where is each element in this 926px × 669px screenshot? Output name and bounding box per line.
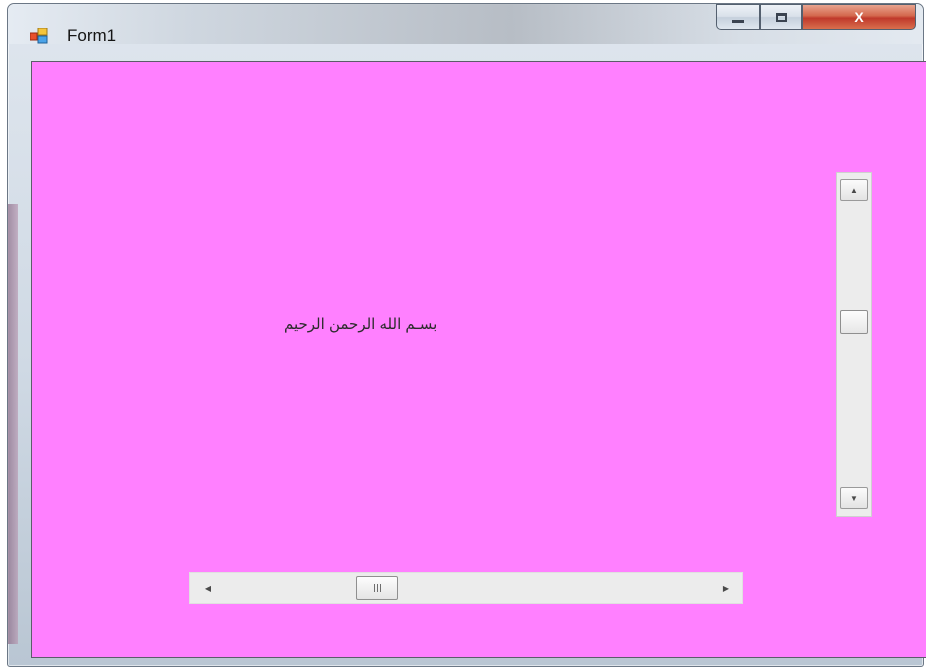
- horizontal-scroll-thumb[interactable]: [356, 576, 398, 600]
- horizontal-scrollbar[interactable]: ◀ ▶: [189, 572, 743, 604]
- arrow-left-icon: ◀: [204, 583, 212, 593]
- form-client-area: بسـم الله الرحمن الرحيم ▲ ▼ ◀ ▶: [31, 61, 926, 658]
- close-icon: X: [854, 9, 864, 25]
- maximize-icon: [775, 12, 787, 22]
- scroll-right-button[interactable]: ▶: [716, 578, 736, 598]
- maximize-button[interactable]: [760, 4, 802, 30]
- close-button[interactable]: X: [802, 4, 916, 30]
- scroll-left-button[interactable]: ◀: [198, 578, 218, 598]
- vertical-scrollbar[interactable]: ▲ ▼: [836, 172, 872, 517]
- arrow-up-icon: ▲: [850, 185, 858, 195]
- minimize-icon: [732, 20, 744, 23]
- scroll-up-button[interactable]: ▲: [840, 179, 868, 201]
- scroll-down-button[interactable]: ▼: [840, 487, 868, 509]
- vertical-scroll-thumb[interactable]: [840, 310, 868, 334]
- arrow-down-icon: ▼: [850, 493, 858, 503]
- form-window: Form1 X بسـم الله الرحمن الرحيم ▲ ▼ ◀ ▶: [7, 3, 926, 667]
- frame-shadow: [8, 204, 18, 644]
- grip-icon: [373, 584, 381, 592]
- minimize-button[interactable]: [716, 4, 760, 30]
- window-title: Form1: [67, 26, 117, 45]
- arrow-right-icon: ▶: [722, 583, 730, 593]
- arabic-label: بسـم الله الرحمن الرحيم: [284, 316, 438, 333]
- form-app-icon[interactable]: [30, 28, 48, 44]
